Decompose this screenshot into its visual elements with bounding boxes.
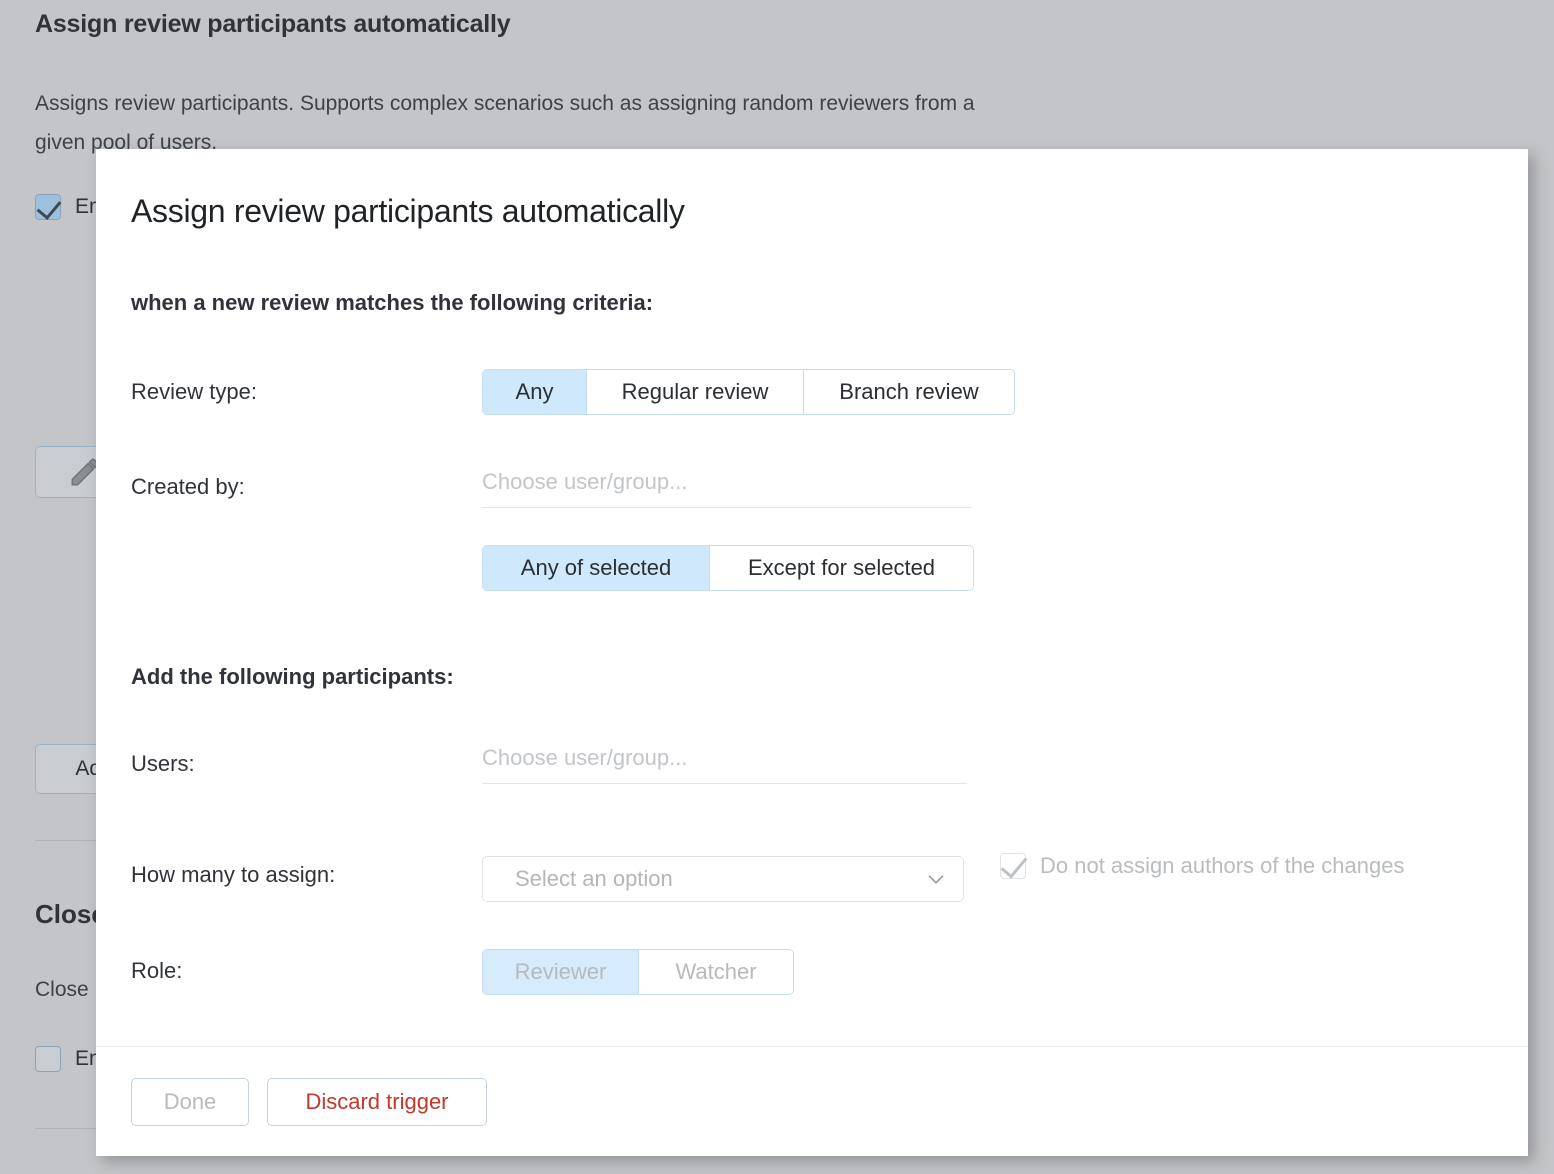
created-by-input[interactable] — [482, 469, 972, 508]
dialog-title: Assign review participants automatically — [131, 193, 685, 229]
users-label: Users: — [131, 751, 195, 776]
created-by-option-any-of-selected[interactable]: Any of selected — [483, 546, 710, 590]
criteria-heading: when a new review matches the following … — [131, 290, 654, 315]
do-not-assign-authors-label: Do not assign authors of the changes — [1040, 853, 1405, 878]
how-many-to-assign-value: Select an option — [515, 866, 673, 891]
role-option-watcher: Watcher — [639, 950, 793, 994]
users-input[interactable] — [482, 745, 967, 784]
how-many-to-assign-select[interactable]: Select an option — [482, 856, 964, 902]
second-section-description: Close — [35, 978, 89, 1001]
enable-trigger-checkbox[interactable] — [35, 194, 61, 220]
discard-trigger-button[interactable]: Discard trigger — [267, 1077, 487, 1126]
review-type-option-branch[interactable]: Branch review — [804, 370, 1014, 414]
enable-trigger-row[interactable]: En — [35, 194, 101, 220]
chevron-down-icon — [928, 875, 944, 884]
review-type-option-regular[interactable]: Regular review — [587, 370, 804, 414]
role-option-reviewer: Reviewer — [483, 950, 639, 994]
second-enable-checkbox[interactable] — [35, 1046, 61, 1072]
second-enable-row[interactable]: En — [35, 1046, 101, 1072]
role-label: Role: — [131, 958, 183, 983]
trigger-settings-dialog: Assign review participants automatically… — [96, 149, 1528, 1156]
review-type-option-any[interactable]: Any — [483, 370, 587, 414]
created-by-option-except-for-selected[interactable]: Except for selected — [710, 546, 973, 590]
dialog-footer: Done Discard trigger — [96, 1046, 1528, 1156]
review-type-label: Review type: — [131, 379, 257, 404]
dialog-body: Assign review participants automatically… — [96, 149, 1528, 1046]
do-not-assign-authors-checkbox — [1000, 853, 1026, 879]
page-title: Assign review participants automatically — [35, 10, 511, 38]
review-type-segmented-control[interactable]: Any Regular review Branch review — [482, 369, 1015, 415]
created-by-segmented-control[interactable]: Any of selected Except for selected — [482, 545, 974, 591]
created-by-label: Created by: — [131, 474, 245, 499]
do-not-assign-authors-row: Do not assign authors of the changes — [1000, 853, 1404, 879]
done-button[interactable]: Done — [131, 1077, 249, 1126]
role-segmented-control: Reviewer Watcher — [482, 949, 794, 995]
how-many-to-assign-label: How many to assign: — [131, 862, 336, 887]
participants-heading: Add the following participants: — [131, 664, 454, 689]
